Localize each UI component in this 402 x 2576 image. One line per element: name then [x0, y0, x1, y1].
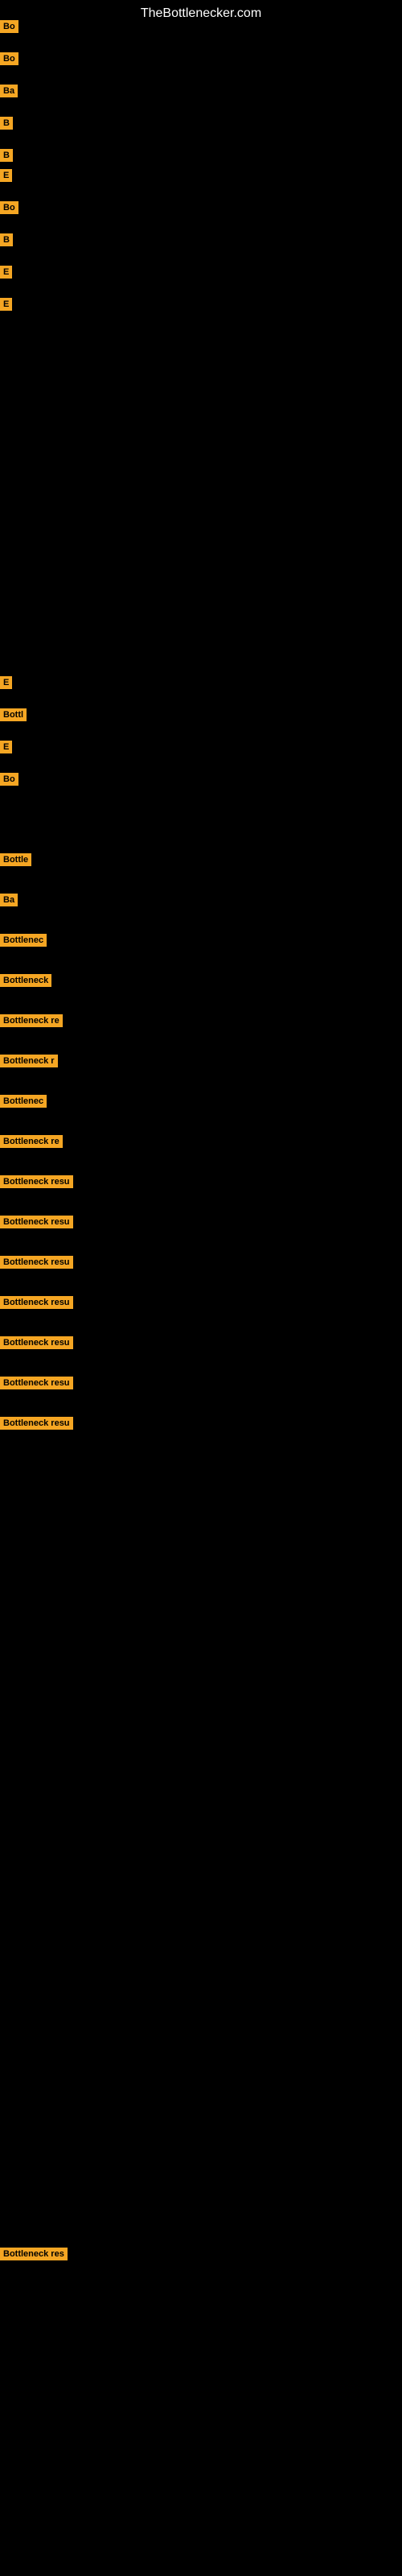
- badge-28-label: Bottleneck resu: [0, 1377, 73, 1389]
- badge-11-label: E: [0, 676, 12, 689]
- badge-2-label: Bo: [0, 52, 18, 65]
- badge-15-label: Bottle: [0, 853, 31, 866]
- badge-20-label: Bottleneck r: [0, 1055, 58, 1067]
- badge-8-label: B: [0, 233, 13, 246]
- site-title: TheBottlenecker.com: [0, 0, 402, 27]
- badge-21-label: Bottlenec: [0, 1095, 47, 1108]
- badge-10-label: E: [0, 298, 12, 311]
- badge-23-label: Bottleneck resu: [0, 1175, 73, 1188]
- badge-18-label: Bottleneck: [0, 974, 51, 987]
- badge-13-label: E: [0, 741, 12, 753]
- badge-9-label: E: [0, 266, 12, 279]
- badge-6-label: E: [0, 169, 12, 182]
- badge-14-label: Bo: [0, 773, 18, 786]
- badge-12-label: Bottl: [0, 708, 27, 721]
- badge-22-label: Bottleneck re: [0, 1135, 63, 1148]
- badge-1-label: Bo: [0, 20, 18, 33]
- badge-17-label: Bottlenec: [0, 934, 47, 947]
- badge-5-label: B: [0, 149, 13, 162]
- badge-7-label: Bo: [0, 201, 18, 214]
- badge-25-label: Bottleneck resu: [0, 1256, 73, 1269]
- badge-4-label: B: [0, 117, 13, 130]
- badge-24-label: Bottleneck resu: [0, 1216, 73, 1228]
- badge-26-label: Bottleneck resu: [0, 1296, 73, 1309]
- badge-27-label: Bottleneck resu: [0, 1336, 73, 1349]
- badge-30-label: Bottleneck res: [0, 2248, 68, 2260]
- badge-16-label: Ba: [0, 894, 18, 906]
- badge-29-label: Bottleneck resu: [0, 1417, 73, 1430]
- badge-3-label: Ba: [0, 85, 18, 97]
- badge-19-label: Bottleneck re: [0, 1014, 63, 1027]
